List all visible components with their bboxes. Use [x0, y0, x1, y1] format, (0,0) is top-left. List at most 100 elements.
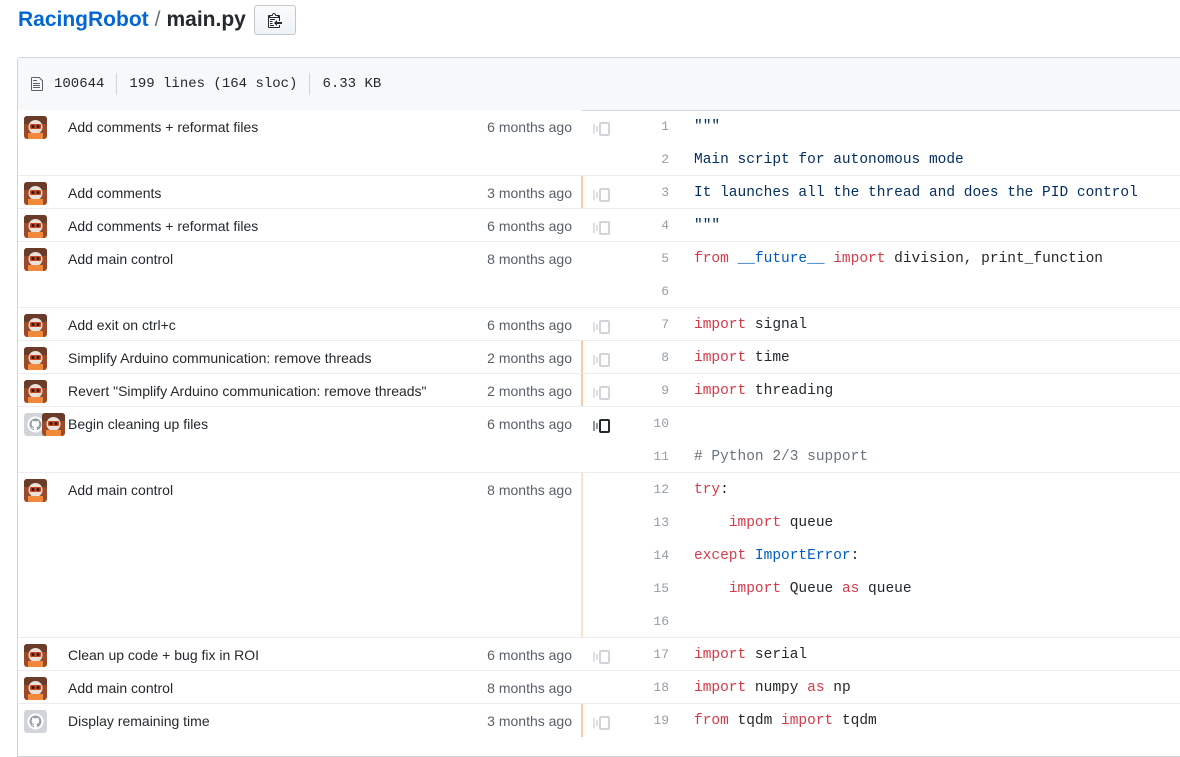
- line-number[interactable]: 2: [621, 152, 669, 167]
- code-line: 6: [621, 275, 1180, 308]
- blame-row: Display remaining time 3 months ago 19 from…: [18, 704, 1180, 737]
- code-line: 16: [621, 605, 1180, 638]
- code-content: """: [694, 119, 720, 135]
- reblame-icon[interactable]: [593, 386, 611, 405]
- line-number[interactable]: 10: [621, 416, 669, 431]
- robot-avatar[interactable]: [24, 116, 47, 139]
- reblame-cell: [583, 110, 621, 175]
- file-mode: 100644: [54, 76, 105, 92]
- robot-avatar[interactable]: [24, 380, 47, 403]
- commit-age: 6 months ago: [487, 119, 572, 135]
- line-count: 199 lines (164 sloc): [129, 76, 298, 92]
- line-number[interactable]: 1: [621, 119, 669, 134]
- github-avatar[interactable]: [24, 710, 47, 733]
- commit-message-link[interactable]: Add main control: [68, 251, 173, 267]
- commit-message-link[interactable]: Clean up code + bug fix in ROI: [68, 647, 259, 663]
- code-token: from: [694, 712, 729, 729]
- commit-message-link[interactable]: Add main control: [68, 482, 173, 498]
- code-token: Queue: [781, 580, 842, 597]
- line-number[interactable]: 6: [621, 284, 669, 299]
- line-number[interactable]: 11: [621, 449, 669, 464]
- header-divider: [309, 73, 311, 95]
- reblame-cell: [583, 638, 621, 670]
- line-number[interactable]: 8: [621, 350, 669, 365]
- code-line: 18 import numpy as np: [621, 671, 1180, 704]
- commit-message-link[interactable]: Add exit on ctrl+c: [68, 317, 176, 333]
- code-line: 2 Main script for autonomous mode: [621, 143, 1180, 176]
- reblame-icon[interactable]: [593, 122, 611, 141]
- reblame-cell: [583, 374, 621, 406]
- code-lines: 3 It launches all the thread and does the…: [621, 176, 1180, 209]
- robot-avatar[interactable]: [24, 182, 47, 205]
- blame-row: Revert "Simplify Arduino communication: …: [18, 374, 1180, 407]
- clippy-icon: [267, 13, 282, 28]
- avatar-group: [24, 479, 47, 502]
- code-token: try: [694, 481, 721, 498]
- code-token: from: [694, 250, 729, 267]
- commit-message-link[interactable]: Begin cleaning up files: [68, 416, 208, 432]
- line-number[interactable]: 9: [621, 383, 669, 398]
- code-lines: 4 """: [621, 209, 1180, 242]
- reblame-icon[interactable]: [593, 320, 611, 339]
- reblame-icon[interactable]: [593, 716, 611, 735]
- blame-commit-info: Add main control 8 months ago: [18, 242, 582, 307]
- code-token: __future__: [737, 250, 825, 267]
- line-number[interactable]: 7: [621, 317, 669, 332]
- robot-avatar[interactable]: [24, 479, 47, 502]
- line-number[interactable]: 3: [621, 185, 669, 200]
- robot-avatar[interactable]: [24, 248, 47, 271]
- code-content: It launches all the thread and does the …: [694, 185, 1138, 201]
- code-content: from tqdm import tqdm: [694, 713, 877, 729]
- commit-message-link[interactable]: Revert "Simplify Arduino communication: …: [68, 383, 427, 399]
- file-size: 6.33 KB: [322, 76, 382, 92]
- code-token: import: [781, 712, 834, 729]
- repo-link[interactable]: RacingRobot: [18, 6, 149, 34]
- reblame-cell: [583, 473, 621, 637]
- commit-message-link[interactable]: Display remaining time: [68, 713, 210, 729]
- line-number[interactable]: 14: [621, 548, 669, 563]
- reblame-icon[interactable]: [593, 419, 611, 438]
- line-number[interactable]: 4: [621, 218, 669, 233]
- avatar-group: [24, 248, 47, 271]
- copy-path-button[interactable]: [253, 5, 296, 35]
- robot-avatar[interactable]: [24, 347, 47, 370]
- code-line: 9 import threading: [621, 374, 1180, 407]
- code-line: 10: [621, 407, 1180, 440]
- robot-avatar[interactable]: [24, 677, 47, 700]
- reblame-icon[interactable]: [593, 188, 611, 207]
- line-number[interactable]: 16: [621, 614, 669, 629]
- code-lines: 17 import serial: [621, 638, 1180, 671]
- code-token: as: [807, 679, 825, 696]
- commit-message-link[interactable]: Add comments: [68, 185, 161, 201]
- code-token: except: [694, 547, 747, 564]
- commit-message-link[interactable]: Add main control: [68, 680, 173, 696]
- code-lines: 5 from __future__ import division, print_…: [621, 242, 1180, 308]
- line-number[interactable]: 18: [621, 680, 669, 695]
- blame-rows: Add comments + reformat files 6 months ag…: [18, 110, 1180, 737]
- code-content: from __future__ import division, print_f…: [694, 251, 1103, 267]
- line-number[interactable]: 17: [621, 647, 669, 662]
- commit-message-link[interactable]: Add comments + reformat files: [68, 218, 258, 234]
- reblame-icon[interactable]: [593, 353, 611, 372]
- line-number[interactable]: 15: [621, 581, 669, 596]
- commit-age: 3 months ago: [487, 185, 572, 201]
- robot-avatar[interactable]: [24, 215, 47, 238]
- blame-row: Add comments + reformat files 6 months ag…: [18, 209, 1180, 242]
- robot-avatar[interactable]: [24, 314, 47, 337]
- code-content: """: [694, 218, 720, 234]
- line-number[interactable]: 19: [621, 713, 669, 728]
- reblame-icon[interactable]: [593, 221, 611, 240]
- robot-avatar[interactable]: [42, 413, 65, 436]
- commit-message-link[interactable]: Add comments + reformat files: [68, 119, 258, 135]
- reblame-icon[interactable]: [593, 650, 611, 669]
- robot-avatar[interactable]: [24, 644, 47, 667]
- line-number[interactable]: 12: [621, 482, 669, 497]
- line-number[interactable]: 13: [621, 515, 669, 530]
- blame-row: Add main control 8 months ago 5 from __futu…: [18, 242, 1180, 308]
- line-number[interactable]: 5: [621, 251, 669, 266]
- blame-row: Clean up code + bug fix in ROI 6 months a…: [18, 638, 1180, 671]
- file-name: main.py: [166, 8, 246, 31]
- commit-message-link[interactable]: Simplify Arduino communication: remove t…: [68, 350, 371, 366]
